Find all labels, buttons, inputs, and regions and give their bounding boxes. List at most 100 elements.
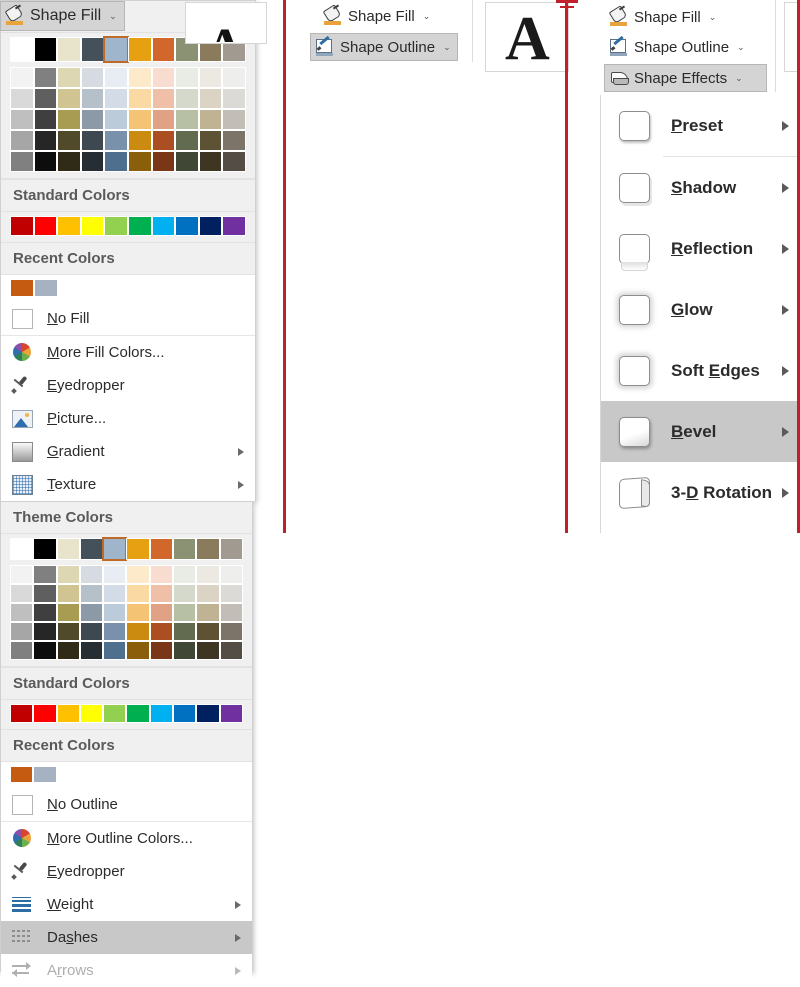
effects-item-low[interactable]: Glow: [601, 279, 800, 340]
theme-variant-swatch[interactable]: [152, 88, 176, 109]
recent-color-row[interactable]: [10, 279, 246, 297]
theme-variant-swatch[interactable]: [80, 584, 103, 603]
theme-variant-swatch[interactable]: [175, 67, 199, 88]
theme-color-swatch[interactable]: [57, 538, 80, 560]
theme-color-swatch[interactable]: [196, 538, 219, 560]
theme-variant-swatch[interactable]: [10, 584, 33, 603]
theme-variant-swatch[interactable]: [222, 151, 246, 172]
theme-variant-row[interactable]: [10, 151, 246, 172]
standard-color-row[interactable]: [10, 216, 246, 236]
theme-variant-swatch[interactable]: [57, 109, 81, 130]
standard-color-swatch[interactable]: [220, 704, 243, 723]
theme-variant-row[interactable]: [10, 88, 246, 109]
outline-standard-swatch-grid[interactable]: [1, 700, 252, 729]
theme-variant-swatch[interactable]: [175, 88, 199, 109]
standard-color-swatch[interactable]: [103, 704, 126, 723]
theme-variant-swatch[interactable]: [103, 641, 126, 660]
theme-variant-swatch[interactable]: [33, 641, 56, 660]
theme-variant-swatch[interactable]: [196, 622, 219, 641]
theme-variant-row[interactable]: [10, 584, 243, 603]
theme-variant-swatch[interactable]: [104, 67, 128, 88]
theme-variant-swatch[interactable]: [152, 151, 176, 172]
theme-variant-swatch[interactable]: [103, 584, 126, 603]
menu-item-icture[interactable]: Picture...: [1, 402, 255, 435]
theme-variant-swatch[interactable]: [104, 88, 128, 109]
theme-variant-swatch[interactable]: [33, 622, 56, 641]
theme-variant-swatch[interactable]: [57, 622, 80, 641]
theme-variant-swatch[interactable]: [57, 641, 80, 660]
theme-variant-swatch[interactable]: [10, 641, 33, 660]
theme-variant-swatch[interactable]: [196, 603, 219, 622]
theme-color-swatch[interactable]: [173, 538, 196, 560]
standard-color-swatch[interactable]: [34, 216, 58, 236]
theme-variant-swatch[interactable]: [173, 603, 196, 622]
standard-color-swatch[interactable]: [126, 704, 149, 723]
theme-variant-swatch[interactable]: [173, 641, 196, 660]
theme-variant-swatch[interactable]: [152, 109, 176, 130]
theme-variant-swatch[interactable]: [57, 88, 81, 109]
theme-variant-swatch[interactable]: [81, 151, 105, 172]
theme-variant-swatch[interactable]: [175, 130, 199, 151]
theme-variant-swatch[interactable]: [199, 67, 223, 88]
theme-variant-row[interactable]: [10, 603, 243, 622]
theme-variant-swatch[interactable]: [10, 151, 34, 172]
theme-variant-swatch[interactable]: [199, 109, 223, 130]
standard-color-swatch[interactable]: [80, 704, 103, 723]
theme-variant-swatch[interactable]: [57, 130, 81, 151]
theme-color-swatch[interactable]: [81, 37, 105, 62]
theme-variant-swatch[interactable]: [220, 565, 243, 584]
theme-variant-swatch[interactable]: [80, 603, 103, 622]
theme-variant-swatch[interactable]: [152, 67, 176, 88]
theme-variant-swatch[interactable]: [57, 603, 80, 622]
theme-variant-swatch[interactable]: [10, 565, 33, 584]
theme-variant-swatch[interactable]: [10, 622, 33, 641]
theme-color-swatch[interactable]: [10, 538, 33, 560]
theme-variant-swatch[interactable]: [173, 584, 196, 603]
theme-color-swatch[interactable]: [10, 37, 34, 62]
theme-color-swatch[interactable]: [220, 538, 243, 560]
theme-variant-swatch[interactable]: [10, 130, 34, 151]
theme-variant-swatch[interactable]: [128, 88, 152, 109]
theme-variant-row[interactable]: [10, 109, 246, 130]
fill-standard-swatch-grid[interactable]: [1, 212, 255, 242]
theme-variant-swatch[interactable]: [81, 67, 105, 88]
standard-color-swatch[interactable]: [104, 216, 128, 236]
theme-color-swatch[interactable]: [33, 538, 56, 560]
theme-variant-swatch[interactable]: [80, 622, 103, 641]
theme-variant-swatch[interactable]: [150, 584, 173, 603]
theme-color-swatch[interactable]: [150, 538, 173, 560]
theme-variant-swatch[interactable]: [126, 565, 149, 584]
theme-variant-swatch[interactable]: [10, 109, 34, 130]
theme-variant-swatch[interactable]: [196, 641, 219, 660]
standard-color-swatch[interactable]: [33, 704, 56, 723]
theme-variant-swatch[interactable]: [222, 67, 246, 88]
theme-variant-swatch[interactable]: [220, 641, 243, 660]
effects-panel-shape-outline-button[interactable]: Shape Outline ⌄: [604, 34, 756, 60]
menu-item-radient[interactable]: Gradient: [1, 435, 255, 468]
theme-variant-swatch[interactable]: [10, 88, 34, 109]
theme-variant-swatch[interactable]: [33, 565, 56, 584]
effects-panel-shape-fill-button[interactable]: Shape Fill ⌄: [604, 4, 729, 30]
theme-variant-swatch[interactable]: [220, 584, 243, 603]
recent-color-swatch[interactable]: [33, 766, 56, 783]
theme-variant-swatch[interactable]: [150, 641, 173, 660]
standard-color-swatch[interactable]: [175, 216, 199, 236]
theme-variant-swatch[interactable]: [220, 622, 243, 641]
shape-outline-button[interactable]: Shape Outline ⌄: [310, 33, 458, 61]
effects-item-rotation[interactable]: 3-D Rotation: [601, 462, 800, 523]
theme-variant-swatch[interactable]: [104, 109, 128, 130]
theme-variant-swatch[interactable]: [81, 88, 105, 109]
standard-color-swatch[interactable]: [57, 704, 80, 723]
theme-variant-swatch[interactable]: [103, 603, 126, 622]
outline-panel-shape-fill-button[interactable]: Shape Fill ⌄: [318, 3, 433, 29]
theme-variant-swatch[interactable]: [34, 109, 58, 130]
theme-variant-swatch[interactable]: [128, 130, 152, 151]
standard-color-swatch[interactable]: [10, 704, 33, 723]
standard-color-swatch[interactable]: [81, 216, 105, 236]
theme-variant-swatch[interactable]: [126, 622, 149, 641]
theme-variant-swatch[interactable]: [222, 88, 246, 109]
theme-variant-swatch[interactable]: [222, 130, 246, 151]
theme-variant-swatch[interactable]: [150, 603, 173, 622]
theme-variant-swatch[interactable]: [57, 151, 81, 172]
theme-variant-swatch[interactable]: [33, 603, 56, 622]
